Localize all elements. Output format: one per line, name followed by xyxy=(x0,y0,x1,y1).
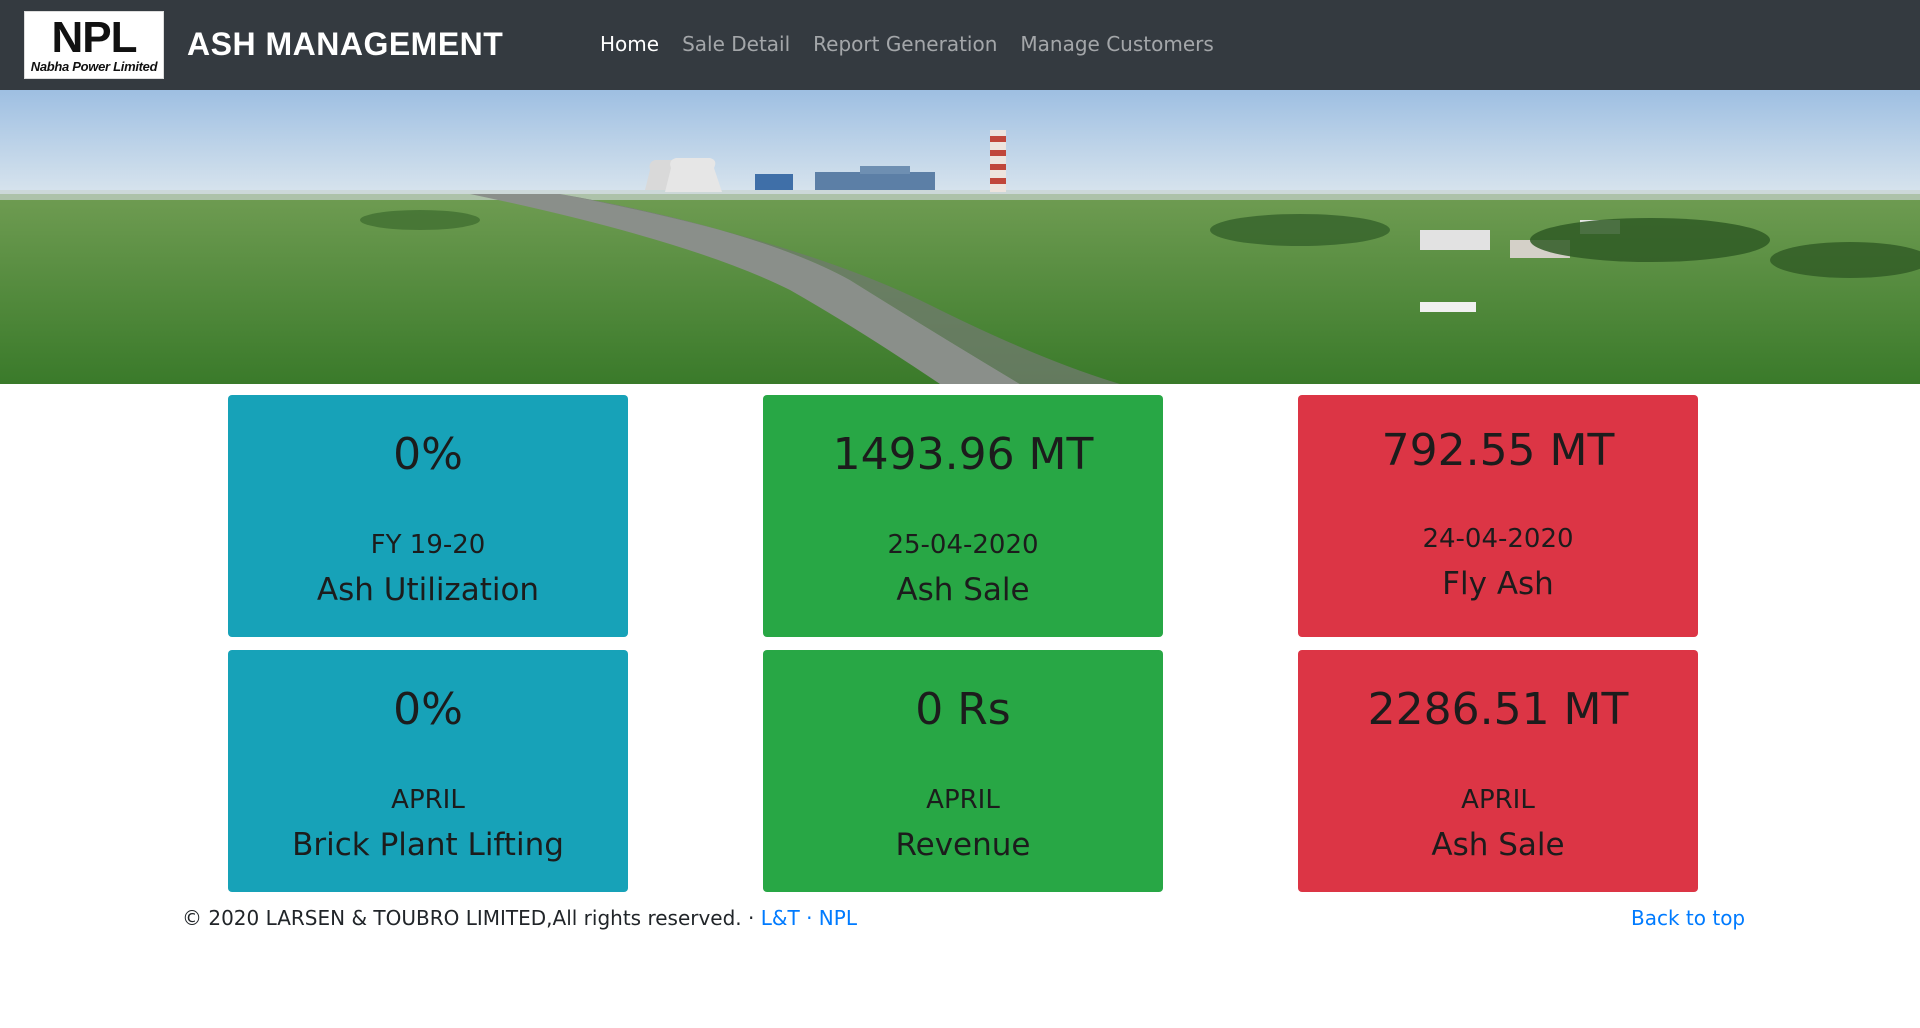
card-label: Ash Sale xyxy=(1431,827,1565,863)
card-label: Revenue xyxy=(895,827,1031,863)
card-ash-utilization[interactable]: 0% FY 19-20 Ash Utilization xyxy=(228,395,628,637)
nav-sale-detail[interactable]: Sale Detail xyxy=(682,32,790,62)
copyright-text: © 2020 LARSEN & TOUBRO LIMITED,All right… xyxy=(182,906,761,930)
npl-logo[interactable]: NPL Nabha Power Limited xyxy=(24,11,164,79)
footer-separator: · xyxy=(799,906,819,930)
card-value: 2286.51 MT xyxy=(1367,684,1629,735)
footer-copyright: © 2020 LARSEN & TOUBRO LIMITED,All right… xyxy=(182,906,857,930)
card-revenue[interactable]: 0 Rs APRIL Revenue xyxy=(763,650,1163,892)
back-to-top-link[interactable]: Back to top xyxy=(1631,906,1745,930)
card-value: 0% xyxy=(393,684,463,735)
nav-home[interactable]: Home xyxy=(600,32,659,62)
hero-banner-image xyxy=(0,90,1920,384)
brand-title[interactable]: ASH MANAGEMENT xyxy=(187,26,503,63)
footer-link-npl[interactable]: NPL xyxy=(819,906,857,930)
card-label: Ash Sale xyxy=(896,572,1030,608)
card-fly-ash[interactable]: 792.55 MT 24-04-2020 Fly Ash xyxy=(1298,395,1698,637)
card-brick-plant-lifting[interactable]: 0% APRIL Brick Plant Lifting xyxy=(228,650,628,892)
power-plant-landscape xyxy=(0,90,1920,384)
logo-subtitle: Nabha Power Limited xyxy=(30,59,158,74)
footer-back-to-top: Back to top xyxy=(1631,906,1745,930)
card-period: APRIL xyxy=(926,785,1000,815)
card-value: 792.55 MT xyxy=(1381,425,1615,476)
card-ash-sale-daily[interactable]: 1493.96 MT 25-04-2020 Ash Sale xyxy=(763,395,1163,637)
card-label: Brick Plant Lifting xyxy=(292,827,564,863)
card-value: 0% xyxy=(393,429,463,480)
card-period: APRIL xyxy=(391,785,465,815)
footer-link-lt[interactable]: L&T xyxy=(761,906,800,930)
main-nav: Home Sale Detail Report Generation Manag… xyxy=(600,32,1237,62)
nav-manage-customers[interactable]: Manage Customers xyxy=(1020,32,1213,62)
card-ash-sale-monthly[interactable]: 2286.51 MT APRIL Ash Sale xyxy=(1298,650,1698,892)
card-label: Fly Ash xyxy=(1442,566,1554,602)
card-value: 0 Rs xyxy=(915,684,1011,735)
card-period: 24-04-2020 xyxy=(1422,524,1574,554)
logo-mark: NPL xyxy=(51,13,138,62)
card-label: Ash Utilization xyxy=(316,572,540,608)
card-value: 1493.96 MT xyxy=(832,429,1094,480)
card-period: APRIL xyxy=(1461,785,1535,815)
card-period: 25-04-2020 xyxy=(887,530,1039,560)
nav-report-generation[interactable]: Report Generation xyxy=(813,32,997,62)
top-navbar: NPL Nabha Power Limited ASH MANAGEMENT H… xyxy=(0,0,1920,90)
card-period: FY 19-20 xyxy=(370,530,486,560)
